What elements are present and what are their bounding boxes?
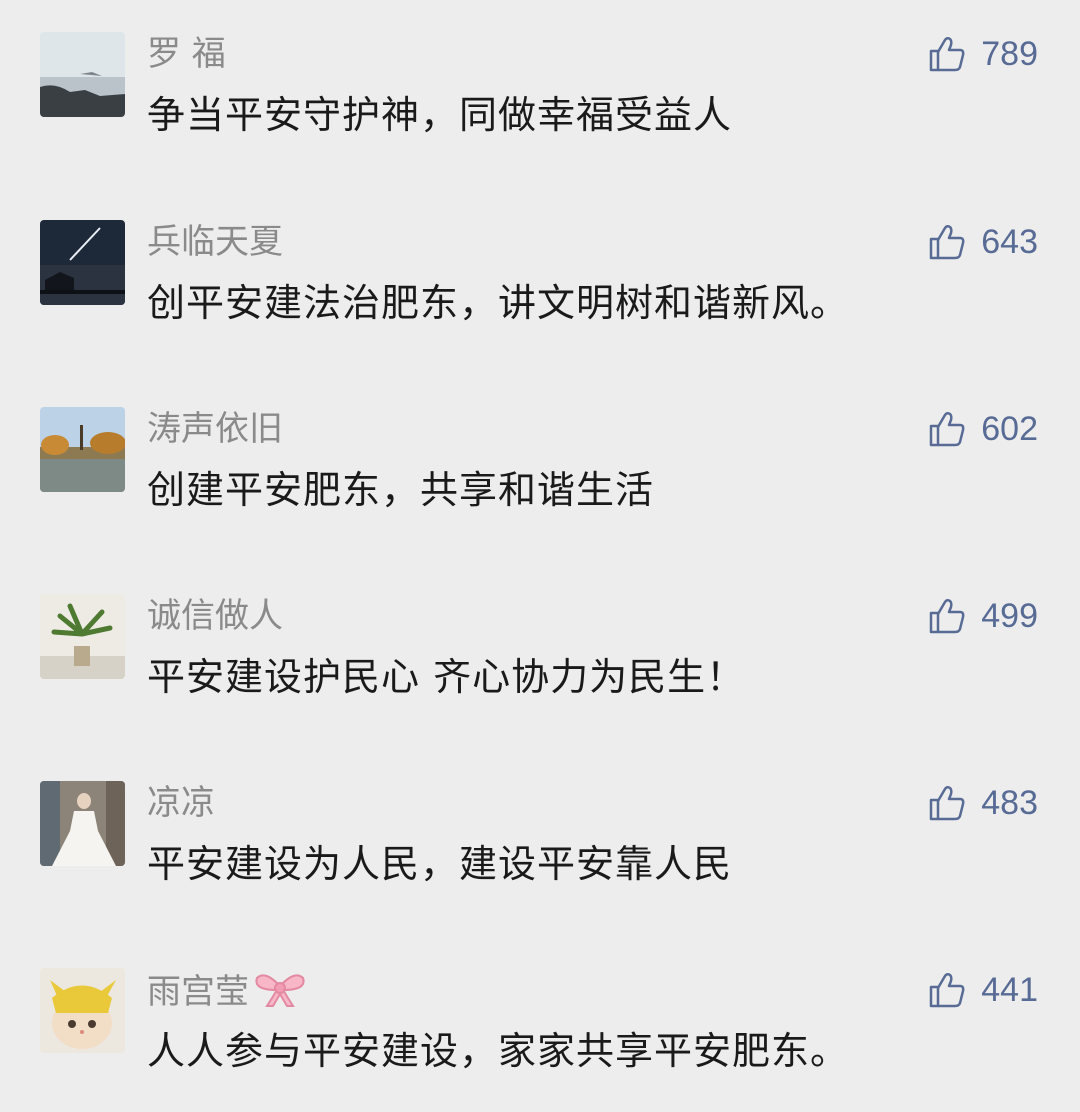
comment-item: 诚信做人 平安建设护民心 齐心协力为民生！ 499	[0, 594, 1080, 744]
avatar[interactable]	[40, 781, 125, 866]
thumbs-up-icon	[930, 972, 965, 1008]
comment-author: 罗 福	[147, 34, 226, 74]
thumbs-up-icon	[930, 598, 965, 634]
comment-author: 涛声依旧	[147, 409, 283, 449]
like-count: 789	[981, 35, 1038, 73]
like-count: 483	[981, 784, 1038, 822]
comment-item: 罗 福 争当平安守护神，同做幸福受益人 789	[0, 32, 1080, 182]
avatar[interactable]	[40, 32, 125, 117]
comment-text: 人人参与平安建设，家家共享平安肥东。	[147, 1029, 850, 1073]
avatar[interactable]	[40, 407, 125, 492]
comment-author: 兵临天夏	[147, 222, 283, 262]
like-button[interactable]: 441	[927, 968, 1038, 1012]
comment-text: 平安建设护民心 齐心协力为民生！	[147, 655, 746, 699]
comment-item: 凉凉 平安建设为人民，建设平安靠人民 483	[0, 781, 1080, 931]
comment-list: 罗 福 争当平安守护神，同做幸福受益人 789 兵临天夏 创平安建法治肥东，讲文…	[0, 0, 1080, 1112]
like-count: 602	[981, 410, 1038, 448]
comment-author: 雨宫莹	[147, 968, 307, 1012]
like-count: 441	[981, 971, 1038, 1009]
like-button[interactable]: 499	[927, 594, 1038, 638]
thumbs-up-icon	[930, 36, 965, 72]
like-button[interactable]: 602	[927, 407, 1038, 451]
comment-text: 创平安建法治肥东，讲文明树和谐新风。	[147, 281, 850, 325]
comment-text: 争当平安守护神，同做幸福受益人	[147, 93, 733, 137]
ribbon-bow-icon	[253, 968, 307, 1019]
comment-item: 涛声依旧 创建平安肥东，共享和谐生活 602	[0, 407, 1080, 557]
comment-item: 兵临天夏 创平安建法治肥东，讲文明树和谐新风。 643	[0, 220, 1080, 370]
like-button[interactable]: 483	[927, 781, 1038, 825]
like-button[interactable]: 643	[927, 220, 1038, 264]
thumbs-up-icon	[930, 785, 965, 821]
comment-author: 诚信做人	[147, 596, 283, 636]
avatar[interactable]	[40, 220, 125, 305]
comment-text: 平安建设为人民，建设平安靠人民	[147, 842, 733, 886]
comment-author: 凉凉	[147, 783, 215, 823]
thumbs-up-icon	[930, 224, 965, 260]
avatar[interactable]	[40, 594, 125, 679]
comment-text: 创建平安肥东，共享和谐生活	[147, 468, 655, 512]
thumbs-up-icon	[930, 411, 965, 447]
like-count: 643	[981, 223, 1038, 261]
comment-author-name: 雨宫莹	[147, 972, 249, 1012]
comment-item: 雨宫莹 人人参与平安建设，家家共享平安肥东。 441	[0, 968, 1080, 1112]
avatar[interactable]	[40, 968, 125, 1053]
like-count: 499	[981, 597, 1038, 635]
like-button[interactable]: 789	[927, 32, 1038, 76]
